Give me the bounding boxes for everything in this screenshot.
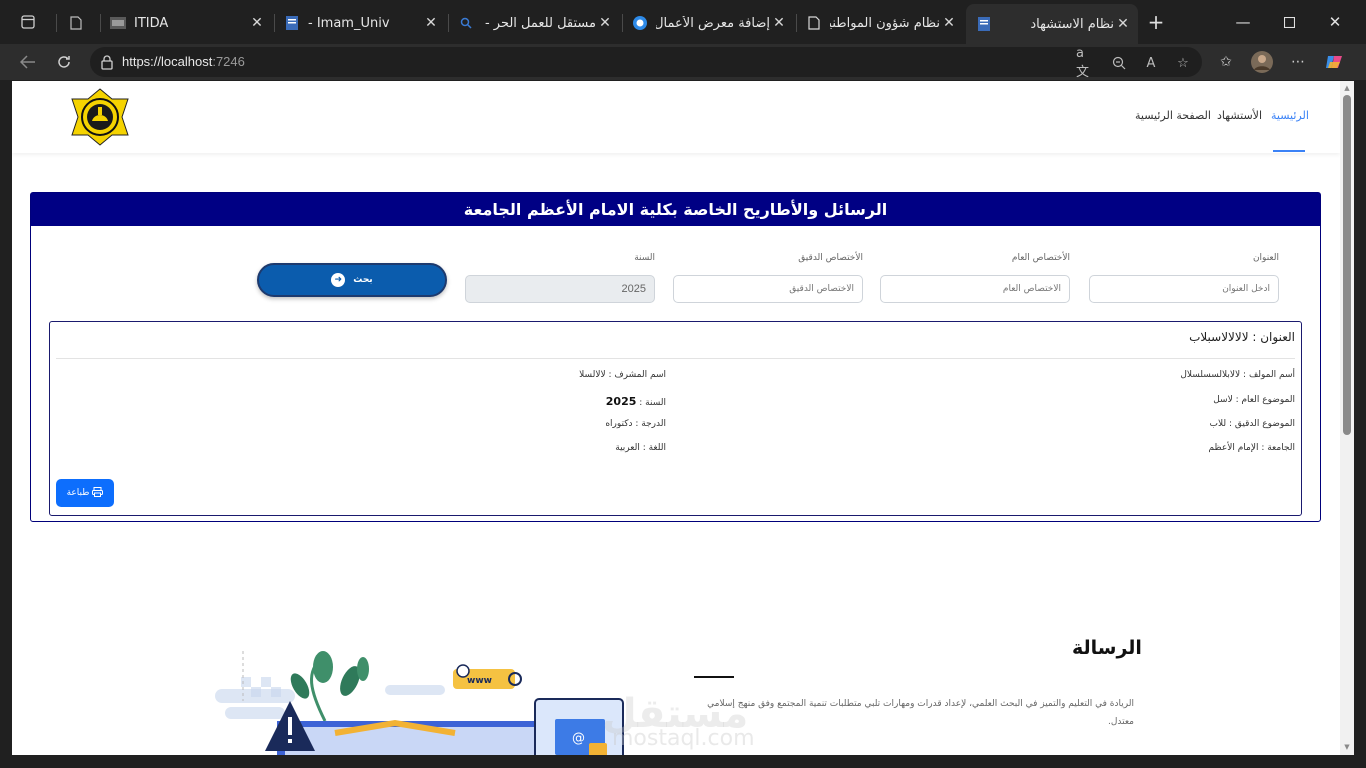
refresh-button[interactable]: [50, 48, 78, 76]
result-degree: الدرجة : دكتوراه: [605, 419, 666, 429]
tab-citizens[interactable]: نظام شؤون المواطنين ✕: [796, 6, 964, 40]
tab-portfolio[interactable]: إضافة معرض الأعمال ✕: [622, 6, 794, 40]
result-year: السنة : 2025: [605, 395, 666, 408]
close-icon[interactable]: ✕: [422, 15, 440, 31]
close-icon[interactable]: ✕: [770, 15, 788, 31]
svg-text:@: @: [572, 731, 585, 746]
result-general-topic: الموضوع العام : لاسل: [1213, 395, 1295, 405]
close-icon[interactable]: ✕: [1114, 16, 1132, 32]
favorites-icon[interactable]: ✩: [1214, 50, 1238, 74]
nav-link-main-page[interactable]: الصفحة الرئيسية: [1135, 109, 1211, 122]
message-section-text: الريادة في التعليم والتميز في البحث العل…: [707, 699, 1134, 727]
tab-actions-icon[interactable]: [14, 8, 42, 36]
search-favicon: [458, 15, 474, 31]
result-language: اللغة : العربية: [615, 443, 666, 453]
search-card-header: الرسائل والأطاريح الخاصة بكلية الامام ال…: [31, 193, 1320, 226]
translate-icon[interactable]: a文: [1076, 46, 1094, 80]
printer-icon: [92, 486, 104, 500]
maximize-button[interactable]: [1274, 8, 1304, 36]
title-input[interactable]: [1089, 275, 1279, 303]
tab-itida[interactable]: ITIDA ✕: [100, 6, 272, 40]
tab-blank[interactable]: [58, 6, 98, 40]
specific-specialty-input[interactable]: [673, 275, 863, 303]
result-card: العنوان : لالالالاسبلاب أسم المولف : لال…: [49, 321, 1302, 516]
address-bar[interactable]: https://localhost:7246 a文 A ☆: [90, 46, 1202, 80]
general-specialty-label: الأختصاص العام: [1011, 253, 1070, 263]
result-author: أسم المولف : لالابلالسسلسلال: [1180, 370, 1295, 380]
favorite-star-icon[interactable]: ☆: [1174, 54, 1192, 72]
result-title: العنوان : لالالالاسبلاب: [1189, 330, 1295, 344]
site-navbar: الصفحة الرئيسية الأستشهاد الرئيسية: [12, 81, 1340, 153]
minimize-button[interactable]: —: [1228, 8, 1258, 36]
doc-icon: [976, 16, 992, 32]
close-window-button[interactable]: ✕: [1320, 8, 1350, 36]
general-specialty-input[interactable]: [880, 275, 1070, 303]
print-button-label: طباعة: [66, 488, 90, 498]
nav-link-citation[interactable]: الأستشهاد: [1217, 109, 1262, 122]
browser-tab-bar: ITIDA ✕ - Imam_Univ ✕ مستقل للعمل الحر -…: [0, 0, 1366, 44]
page-scrollbar[interactable]: ▲ ▼: [1340, 81, 1354, 755]
close-icon[interactable]: ✕: [940, 15, 958, 31]
zoom-out-icon[interactable]: [1110, 54, 1128, 72]
scrollbar-thumb[interactable]: [1343, 95, 1351, 435]
print-button[interactable]: طباعة: [56, 479, 114, 507]
lock-icon[interactable]: [100, 54, 116, 70]
scroll-down-arrow-icon[interactable]: ▼: [1343, 743, 1351, 751]
scroll-up-arrow-icon[interactable]: ▲: [1343, 84, 1351, 92]
tab-citation-active[interactable]: نظام الاستشهاد ✕: [966, 4, 1138, 44]
message-section-title: الرسالة: [1072, 637, 1142, 659]
title-field-label: العنوان: [1252, 253, 1279, 263]
page-viewport: الصفحة الرئيسية الأستشهاد الرئيسية الرسا…: [12, 81, 1352, 755]
circle-favicon: [632, 15, 648, 31]
close-icon[interactable]: ✕: [596, 15, 614, 31]
profile-avatar[interactable]: [1250, 50, 1274, 74]
more-menu-icon[interactable]: ⋯: [1286, 50, 1310, 74]
year-input: 2025: [465, 275, 655, 303]
itida-favicon: [110, 15, 126, 31]
result-supervisor: اسم المشرف : لالالسلا: [579, 370, 666, 380]
url-text: https://localhost:7246: [122, 54, 245, 69]
back-button[interactable]: [14, 48, 42, 76]
copilot-icon[interactable]: [1322, 50, 1346, 74]
specific-specialty-label: الأختصاص الدقيق: [798, 253, 863, 263]
arrow-right-icon: ➜: [331, 273, 346, 287]
mailbox-illustration: www @: [215, 641, 635, 755]
university-logo[interactable]: [68, 87, 132, 147]
tab-mostaql[interactable]: مستقل للعمل الحر - h ✕: [448, 6, 620, 40]
page-icon: [68, 15, 84, 31]
active-nav-indicator: [1273, 150, 1305, 152]
search-card: الرسائل والأطاريح الخاصة بكلية الامام ال…: [30, 192, 1321, 522]
result-specific-topic: الموضوع الدقيق : للاب: [1209, 419, 1295, 429]
divider: [56, 358, 1295, 359]
read-aloud-icon[interactable]: A: [1142, 54, 1160, 72]
search-button[interactable]: ➜ بحث: [257, 263, 447, 297]
nav-link-home[interactable]: الرئيسية: [1271, 109, 1309, 122]
year-field-label: السنة: [634, 253, 655, 263]
title-accent-line: [694, 676, 734, 678]
close-icon[interactable]: ✕: [248, 15, 266, 31]
tab-imam-univ[interactable]: - Imam_Univ ✕: [274, 6, 446, 40]
doc-icon: [284, 15, 300, 31]
result-university: الجامعة : الإمام الأعظم: [1208, 443, 1295, 453]
new-tab-button[interactable]: +: [1142, 8, 1170, 36]
search-button-label: بحث: [353, 275, 373, 285]
browser-toolbar: https://localhost:7246 a文 A ☆ ✩ ⋯: [0, 44, 1366, 80]
page-icon: [806, 15, 822, 31]
svg-text:www: www: [467, 676, 492, 686]
